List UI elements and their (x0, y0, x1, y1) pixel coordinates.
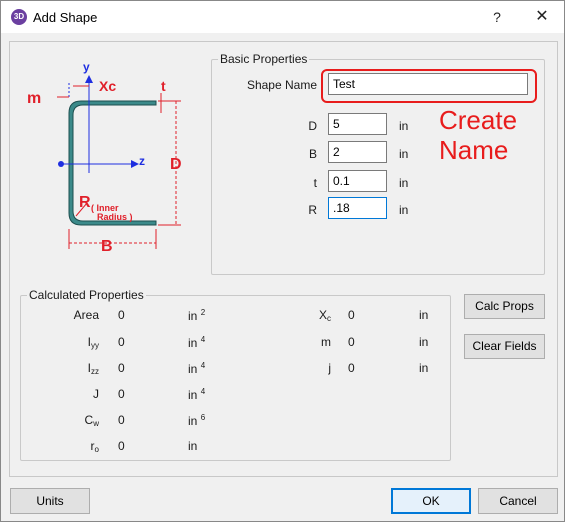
m-unit: in (419, 335, 429, 349)
m-value: 0 (348, 335, 355, 349)
t-field-label: t (313, 176, 317, 190)
izz-label: Izz (87, 361, 99, 376)
xc-unit: in (419, 308, 429, 322)
izz-value: 0 (118, 361, 125, 375)
calc-props-button[interactable]: Calc Props (464, 294, 545, 319)
d-label: D (170, 156, 182, 173)
j-small-value: 0 (348, 361, 355, 375)
b-unit: in (399, 147, 409, 161)
iyy-value: 0 (118, 335, 125, 349)
units-button[interactable]: Units (10, 488, 90, 514)
radius-label: Radius ) (97, 212, 133, 222)
cw-unit: in 6 (188, 413, 206, 428)
d-unit: in (399, 119, 409, 133)
xc-value: 0 (348, 308, 355, 322)
z-axis-arrow (131, 160, 139, 168)
r-input[interactable] (328, 197, 387, 219)
r-unit: in (399, 203, 409, 217)
t-unit: in (399, 176, 409, 190)
ro-value: 0 (118, 439, 125, 453)
xc-label: Xc (318, 308, 331, 323)
ok-button[interactable]: OK (391, 488, 471, 514)
ro-label: ro (90, 439, 99, 454)
b-field-label: B (308, 147, 317, 161)
close-icon[interactable]: ✕ (531, 6, 553, 28)
basic-properties-legend: Basic Properties (218, 52, 310, 66)
title-bar: 3D Add Shape ? ✕ (1, 1, 564, 33)
area-label: Area (73, 308, 99, 322)
calculated-properties-legend: Calculated Properties (27, 288, 146, 302)
xc-label: Xc (99, 78, 116, 94)
d-input[interactable] (328, 113, 387, 135)
cw-value: 0 (118, 413, 125, 427)
clear-fields-button[interactable]: Clear Fields (464, 334, 545, 359)
add-shape-dialog: 3D Add Shape ? ✕ m y Xc t z D R (Inner … (0, 0, 565, 522)
y-axis-arrow (85, 75, 93, 83)
d-field-label: D (308, 119, 317, 133)
area-unit: in 2 (188, 308, 206, 323)
izz-unit: in 4 (188, 361, 206, 376)
iyy-unit: in 4 (188, 335, 206, 350)
j-unit: in 4 (188, 387, 206, 402)
j-small-label: j (328, 361, 331, 375)
t-label: t (161, 78, 166, 94)
annotation-callout: Create Name (439, 105, 518, 165)
j-label: J (93, 387, 99, 401)
shape-name-label: Shape Name (246, 78, 317, 92)
channel-section-diagram: m y Xc t z D R ( Inner Radius ) B (27, 60, 182, 255)
b-label: B (101, 238, 113, 255)
t-input[interactable] (328, 170, 387, 192)
iyy-label: Iyy (87, 335, 99, 350)
j-small-unit: in (419, 361, 429, 375)
y-label: y (83, 60, 90, 74)
area-value: 0 (118, 308, 125, 322)
r-label: R (79, 194, 91, 211)
app-icon: 3D (11, 9, 27, 25)
help-button[interactable]: ? (487, 6, 507, 28)
r-field-label: R (308, 203, 317, 217)
j-value: 0 (118, 387, 125, 401)
annotation-highlight-box (321, 69, 537, 103)
cancel-button[interactable]: Cancel (478, 488, 558, 514)
shear-center-dot (58, 161, 64, 167)
m-label: m (27, 90, 41, 107)
b-input[interactable] (328, 141, 387, 163)
m-label: m (321, 335, 331, 349)
z-label: z (139, 154, 145, 168)
ro-unit: in (188, 439, 198, 453)
cw-label: Cw (84, 413, 99, 428)
window-title: Add Shape (33, 10, 98, 25)
